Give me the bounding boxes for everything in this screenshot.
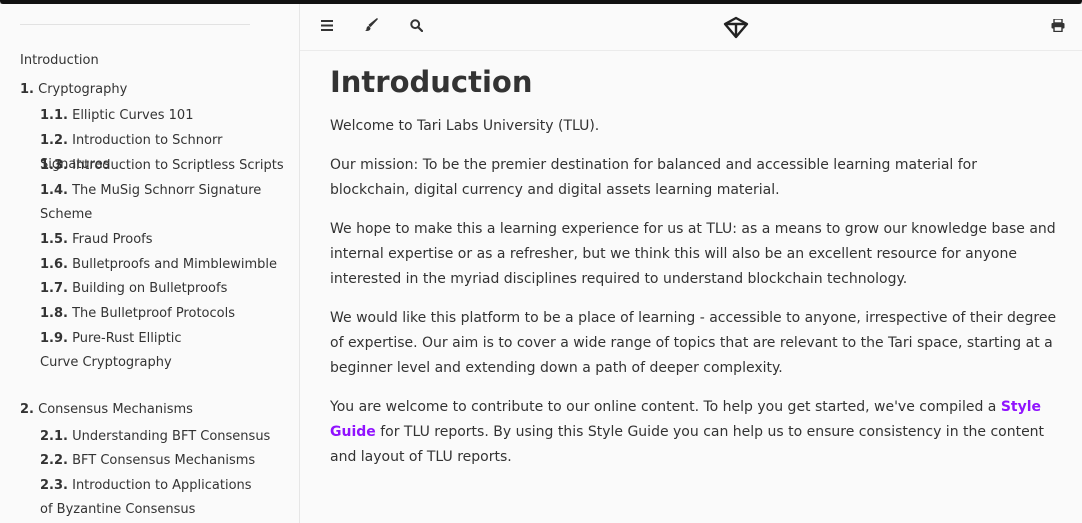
sidebar[interactable]: Introduction 1. Cryptography 1.1. Ellipt… xyxy=(0,4,300,523)
page-title: Introduction xyxy=(330,65,533,99)
section-label: Introduction to Scriptless Scripts xyxy=(72,158,284,173)
section-label: Introduction to Applications of Byzantin… xyxy=(40,478,252,517)
section-label: Elliptic Curves 101 xyxy=(72,108,194,123)
sidebar-item-pure-rust[interactable]: 1.9. Pure-Rust Elliptic Curve Cryptograp… xyxy=(40,327,215,375)
paragraph-platform: We would like this platform to be a plac… xyxy=(330,310,1057,376)
sidebar-divider xyxy=(20,24,250,25)
section-number: 1.7. xyxy=(40,281,68,296)
section-label: Understanding BFT Consensus xyxy=(72,429,271,444)
section-number: 1.5. xyxy=(40,232,68,247)
section-number: 2.3. xyxy=(40,478,68,493)
chapter-label: Cryptography xyxy=(38,82,128,97)
section-number: 1.6. xyxy=(40,257,68,272)
sidebar-item-scriptless[interactable]: 1.3. Introduction to Scriptless Scripts xyxy=(40,154,285,178)
paragraph-mission: Our mission: To be the premier destinati… xyxy=(330,157,978,198)
paragraph-welcome: Welcome to Tari Labs University (TLU). xyxy=(330,118,600,134)
menu-bar xyxy=(300,4,1082,51)
section-number: 2.2. xyxy=(40,453,68,468)
paragraph-contribute: You are welcome to contribute to our onl… xyxy=(330,395,1060,470)
section-number: 1.3. xyxy=(40,158,68,173)
contribute-text-after: for TLU reports. By using this Style Gui… xyxy=(330,424,1045,465)
sidebar-item-understanding-bft[interactable]: 2.1. Understanding BFT Consensus xyxy=(40,425,285,449)
section-number: 1.4. xyxy=(40,183,68,198)
print-icon[interactable] xyxy=(1049,16,1067,34)
section-number: 1.8. xyxy=(40,306,68,321)
section-label: Bulletproofs and Mimblewimble xyxy=(72,257,277,272)
chapter-number: 2. xyxy=(20,402,34,417)
section-number: 2.1. xyxy=(40,429,68,444)
chapter-label: Consensus Mechanisms xyxy=(38,402,193,417)
chapter-number: 1. xyxy=(20,82,34,97)
contribute-text-before: You are welcome to contribute to our onl… xyxy=(330,399,1001,415)
main-content: Introduction Welcome to Tari Labs Univer… xyxy=(300,51,1082,523)
bars-icon[interactable] xyxy=(318,16,336,34)
sidebar-item-introduction[interactable]: Introduction xyxy=(20,49,99,73)
sidebar-item-bulletproof-protocols[interactable]: 1.8. The Bulletproof Protocols xyxy=(40,302,285,326)
section-label: Building on Bulletproofs xyxy=(72,281,228,296)
sidebar-item-building-bulletproofs[interactable]: 1.7. Building on Bulletproofs xyxy=(40,277,285,301)
sidebar-chapter-cryptography[interactable]: 1. Cryptography xyxy=(20,78,127,102)
tari-logo-icon[interactable] xyxy=(723,15,749,41)
sidebar-item-musig[interactable]: 1.4. The MuSig Schnorr Signature Scheme xyxy=(40,179,285,227)
sidebar-item-byzantine-applications[interactable]: 2.3. Introduction to Applications of Byz… xyxy=(40,474,262,523)
paragraph-experience: We hope to make this a learning experien… xyxy=(330,221,1056,287)
section-number: 1.1. xyxy=(40,108,68,123)
search-icon[interactable] xyxy=(407,16,425,34)
sidebar-item-elliptic-curves[interactable]: 1.1. Elliptic Curves 101 xyxy=(40,104,285,128)
sidebar-item-fraud-proofs[interactable]: 1.5. Fraud Proofs xyxy=(40,228,285,252)
section-label: The MuSig Schnorr Signature Scheme xyxy=(40,183,262,222)
section-label: The Bulletproof Protocols xyxy=(72,306,235,321)
section-label: Fraud Proofs xyxy=(72,232,153,247)
sidebar-item-bulletproofs-mimblewimble[interactable]: 1.6. Bulletproofs and Mimblewimble xyxy=(40,253,285,277)
sidebar-item-bft-mechanisms[interactable]: 2.2. BFT Consensus Mechanisms xyxy=(40,449,285,473)
section-number: 1.2. xyxy=(40,133,68,148)
section-number: 1.9. xyxy=(40,331,68,346)
sidebar-item-label: Introduction xyxy=(20,53,99,68)
article: Introduction Welcome to Tari Labs Univer… xyxy=(330,51,1060,484)
section-label: BFT Consensus Mechanisms xyxy=(72,453,256,468)
paintbrush-icon[interactable] xyxy=(362,16,380,34)
sidebar-chapter-consensus[interactable]: 2. Consensus Mechanisms xyxy=(20,398,193,422)
